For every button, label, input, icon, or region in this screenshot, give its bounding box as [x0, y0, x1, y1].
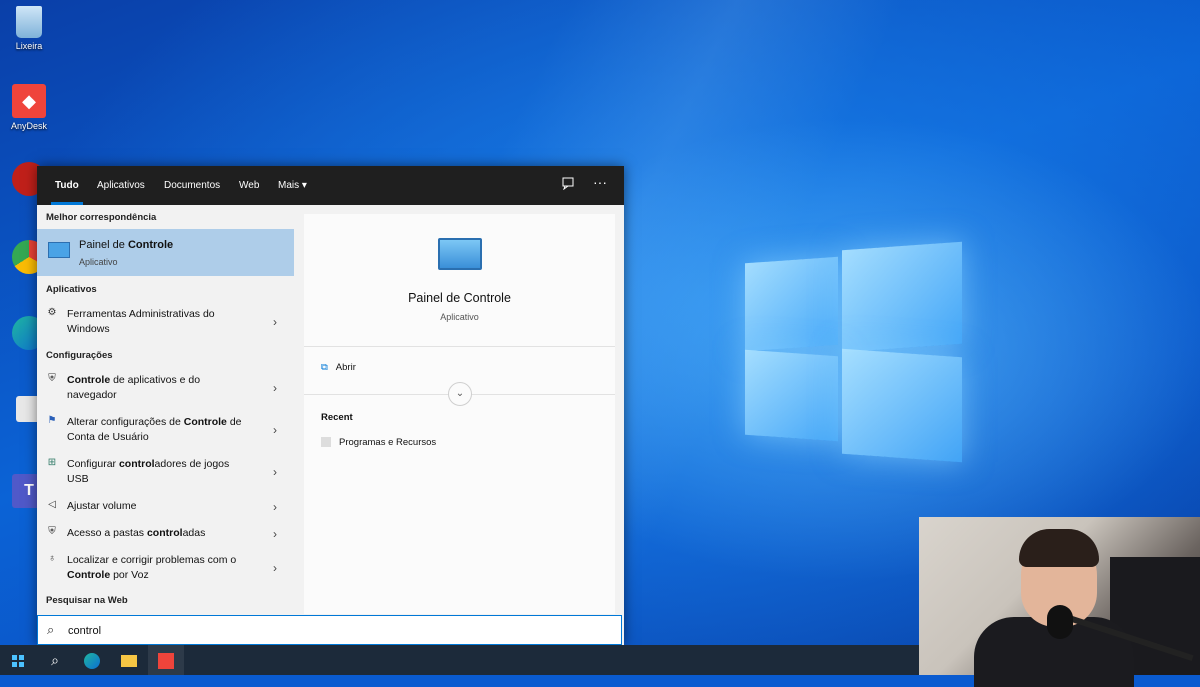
taskbar-search-button[interactable]: ⌕ [37, 645, 73, 675]
taskbar-edge[interactable] [74, 645, 110, 675]
taskbar-file-explorer[interactable] [111, 645, 147, 675]
chevron-right-icon: › [273, 315, 277, 329]
tab-more[interactable]: Mais ▾ [278, 166, 307, 205]
setting-usb-game-controllers[interactable]: ⊞ Configurar controladores de jogos USB › [37, 457, 294, 489]
setting-voice-control-troubleshoot[interactable]: ♁ Localizar e corrigir problemas com o Co… [37, 553, 294, 585]
admin-tools-icon: ⚙ [47, 307, 57, 318]
open-icon: ⧉ [321, 362, 328, 373]
best-match-title: Painel de Controle [79, 239, 174, 251]
game-controller-icon: ⊞ [47, 457, 57, 468]
chevron-right-icon: › [273, 465, 277, 479]
chevron-down-icon: ⌄ [455, 388, 465, 399]
app-admin-tools[interactable]: ⚙ Ferramentas Administrativas do Windows … [37, 307, 294, 339]
shield-icon: ⛨ [48, 526, 56, 537]
chevron-right-icon: › [273, 500, 277, 514]
tab-documents[interactable]: Documentos [164, 166, 220, 205]
divider [304, 346, 615, 347]
search-box[interactable]: ⌕ [37, 615, 622, 645]
expand-chevron-button[interactable]: ⌄ [448, 382, 472, 406]
anydesk-icon: ◆ [12, 84, 46, 118]
microphone [1047, 605, 1073, 639]
chevron-right-icon: › [273, 381, 277, 395]
web-search-heading: Pesquisar na Web [46, 595, 128, 606]
speaker-icon: ◁ [48, 499, 56, 510]
results-list: Melhor correspondência Painel de Control… [37, 205, 294, 645]
folder-icon [121, 655, 137, 668]
search-input[interactable] [66, 621, 610, 641]
control-panel-large-icon [438, 238, 482, 270]
more-options-icon[interactable]: ··· [593, 174, 607, 190]
chevron-right-icon: › [273, 423, 277, 437]
webcam-overlay [919, 517, 1200, 687]
detail-title: Painel de Controle [408, 291, 511, 305]
search-panel: Tudo Aplicativos Documentos Web Mais ▾ ·… [37, 166, 624, 645]
edge-icon [84, 653, 100, 670]
recent-heading: Recent [321, 412, 353, 423]
anydesk-icon [158, 653, 174, 670]
best-match-control-panel[interactable]: Painel de Controle Aplicativo [37, 229, 294, 276]
open-action[interactable]: ⧉ Abrir [321, 362, 356, 373]
chevron-right-icon: › [273, 527, 277, 541]
microphone-icon: ♁ [48, 553, 56, 564]
apps-heading: Aplicativos [46, 284, 97, 295]
search-icon: ⌕ [47, 622, 55, 637]
taskbar-anydesk[interactable] [148, 645, 184, 675]
person-hair [1019, 529, 1099, 567]
search-tabs-header: Tudo Aplicativos Documentos Web Mais ▾ ·… [37, 166, 624, 205]
tab-all[interactable]: Tudo [51, 166, 83, 205]
start-button[interactable] [0, 645, 36, 675]
tab-apps[interactable]: Aplicativos [97, 166, 145, 205]
windows-start-icon [12, 655, 24, 668]
programs-icon [321, 437, 331, 448]
settings-heading: Configurações [46, 350, 113, 361]
tab-web[interactable]: Web [239, 166, 259, 205]
recent-item-programs-features[interactable]: Programas e Recursos [321, 437, 436, 448]
windows-logo [745, 240, 965, 465]
flag-icon: ⚑ [47, 415, 57, 426]
desktop-icon-recycle-bin[interactable]: Lixeira [0, 6, 58, 52]
detail-subtitle: Aplicativo [440, 312, 479, 322]
chevron-right-icon: › [273, 561, 277, 575]
search-icon: ⌕ [51, 652, 59, 668]
setting-app-browser-control[interactable]: ⛨ Controle de aplicativos e do navegador … [37, 373, 294, 405]
setting-controlled-folder-access[interactable]: ⛨ Acesso a pastas controladas › [37, 526, 294, 544]
shield-icon: ⛨ [48, 373, 56, 384]
setting-user-account-control[interactable]: ⚑ Alterar configurações de Controle de Co… [37, 415, 294, 447]
desktop-icon-anydesk[interactable]: ◆ AnyDesk [0, 84, 58, 132]
setting-adjust-volume[interactable]: ◁ Ajustar volume › [37, 499, 294, 517]
best-match-heading: Melhor correspondência [46, 212, 157, 223]
control-panel-icon [48, 242, 70, 258]
best-match-subtitle: Aplicativo [79, 257, 118, 267]
recycle-bin-icon [16, 6, 42, 38]
result-detail-pane: Painel de Controle Aplicativo ⧉ Abrir ⌄ R… [304, 214, 615, 614]
feedback-icon[interactable] [561, 176, 575, 193]
